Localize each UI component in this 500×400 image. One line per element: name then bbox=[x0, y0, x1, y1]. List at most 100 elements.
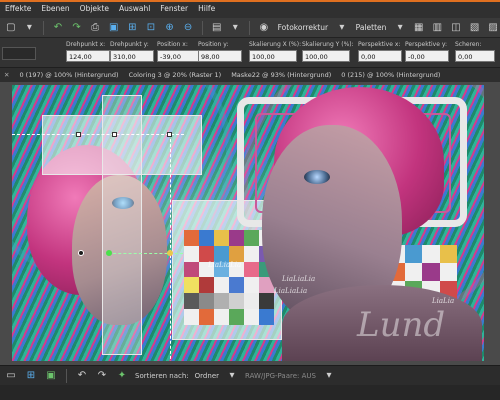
forward-icon[interactable]: ↷ bbox=[95, 369, 109, 383]
menu-effekte[interactable]: Effekte bbox=[0, 0, 36, 18]
toolbar-separator bbox=[66, 368, 67, 383]
toolbar-separator bbox=[249, 20, 251, 35]
shear-field: Scheren: 0,00 bbox=[455, 41, 495, 62]
chevron-down-icon[interactable]: ▾ bbox=[322, 369, 336, 383]
scale-y-field: Skalierung Y (%): 100,00 bbox=[302, 41, 354, 62]
canvas-small-label: LiaLiaLia bbox=[208, 261, 242, 269]
monitor-icon[interactable]: ▣ bbox=[44, 369, 58, 383]
pivot-x-input[interactable]: 124,00 bbox=[66, 50, 110, 62]
toolbar-separator bbox=[201, 20, 203, 35]
canvas-small-label: LiaLiaLia bbox=[282, 275, 316, 283]
scale-y-input[interactable]: 100,00 bbox=[302, 50, 350, 62]
undo-icon[interactable]: ↶ bbox=[51, 21, 65, 35]
script-icon[interactable]: ▨ bbox=[486, 21, 500, 35]
menu-auswahl[interactable]: Auswahl bbox=[114, 0, 155, 18]
standard-toolbar: ▢ ▾ ↶ ↷ ⎙ ▣ ⊞ ⊡ ⊕ ⊖ ▤ ▾ ◉ Fotokorrektur … bbox=[0, 18, 500, 38]
watermark-signature: Lund bbox=[357, 305, 446, 345]
canvas-small-label: LiaLiaLia bbox=[274, 287, 308, 295]
workspace: LiaLiaLia LiaLiaLia LiaLiaLia LiaLia Lun… bbox=[0, 82, 500, 365]
folder-icon[interactable]: ▭ bbox=[4, 369, 18, 383]
zoom-out-icon[interactable]: ⊖ bbox=[181, 21, 195, 35]
pivot-y-label: Drehpunkt y: bbox=[110, 41, 149, 48]
selection-guide bbox=[12, 134, 184, 135]
perspective-x-label: Perspektive x: bbox=[358, 41, 401, 48]
perspective-x-field: Perspektive x: 0,00 bbox=[358, 41, 402, 62]
transform-handle[interactable] bbox=[76, 132, 81, 137]
tab-document-1[interactable]: 0 (197) @ 100% (Hintergrund) bbox=[19, 71, 118, 79]
filmstrip-area bbox=[0, 385, 500, 400]
scale-x-field: Skalierung X (%): 100,00 bbox=[249, 41, 302, 62]
raw-jpg-pairs-toggle[interactable]: RAW/JPG-Paare: AUS bbox=[245, 372, 316, 380]
fit-window-icon[interactable]: ⊞ bbox=[126, 21, 140, 35]
clipboard-dropdown-icon[interactable]: ▾ bbox=[228, 21, 242, 35]
tab-document-2[interactable]: Coloring 3 @ 20% (Raster 1) bbox=[129, 71, 222, 79]
scale-y-label: Skalierung Y (%): bbox=[302, 41, 354, 48]
actual-size-icon[interactable]: ⊡ bbox=[144, 21, 158, 35]
palette-toggle-icon[interactable]: ▦ bbox=[412, 21, 426, 35]
document-tabs: ✕ 0 (197) @ 100% (Hintergrund) Coloring … bbox=[0, 68, 500, 82]
histogram-icon[interactable]: ▧ bbox=[468, 21, 482, 35]
fotokorrektur-dropdown[interactable]: Fotokorrektur bbox=[276, 23, 330, 32]
menu-bar: Effekte Ebenen Objekte Auswahl Fenster H… bbox=[0, 0, 500, 18]
perspective-y-input[interactable]: -0,00 bbox=[405, 50, 449, 62]
right-portrait-eye bbox=[304, 170, 330, 184]
add-folder-icon[interactable]: ⊞ bbox=[24, 369, 38, 383]
redo-icon[interactable]: ↷ bbox=[70, 21, 84, 35]
shear-label: Scheren: bbox=[455, 41, 482, 48]
paletten-dropdown[interactable]: Paletten bbox=[354, 23, 389, 32]
position-y-input[interactable]: 98,00 bbox=[198, 50, 242, 62]
title-accent-strip bbox=[0, 0, 500, 2]
position-x-input[interactable]: -39,00 bbox=[157, 50, 201, 62]
pivot-x-field: Drehpunkt x: 124,00 bbox=[66, 41, 110, 62]
tool-options-bar: Drehpunkt x: 124,00 Drehpunkt y: 310,00 … bbox=[0, 38, 500, 68]
tab-document-4[interactable]: 0 (215) @ 100% (Hintergrund) bbox=[341, 71, 440, 79]
photo-fix-icon[interactable]: ◉ bbox=[257, 21, 271, 35]
layers-icon[interactable]: ▥ bbox=[431, 21, 445, 35]
pivot-y-input[interactable]: 310,00 bbox=[110, 50, 154, 62]
pivot-y-field: Drehpunkt y: 310,00 bbox=[110, 41, 154, 62]
preset-picker[interactable] bbox=[2, 47, 36, 60]
menu-fenster[interactable]: Fenster bbox=[155, 0, 193, 18]
chevron-down-icon[interactable]: ▾ bbox=[335, 21, 349, 35]
organizer-toolbar: ▭ ⊞ ▣ ↶ ↷ ✦ Sortieren nach: Ordner ▾ RAW… bbox=[0, 365, 500, 385]
zoom-in-icon[interactable]: ⊕ bbox=[163, 21, 177, 35]
position-y-field: Position y: 98,00 bbox=[198, 41, 242, 62]
scale-x-label: Skalierung X (%): bbox=[249, 41, 302, 48]
chevron-down-icon[interactable]: ▾ bbox=[225, 369, 239, 383]
sort-label: Sortieren nach: bbox=[135, 371, 189, 380]
clipboard-icon[interactable]: ▤ bbox=[210, 21, 224, 35]
menu-objekte[interactable]: Objekte bbox=[75, 0, 114, 18]
back-icon[interactable]: ↶ bbox=[75, 369, 89, 383]
color-checker bbox=[184, 230, 274, 325]
shear-input[interactable]: 0,00 bbox=[455, 50, 495, 62]
sort-dropdown[interactable]: Ordner bbox=[195, 372, 219, 380]
tab-document-3[interactable]: Maske22 @ 93% (Hintergrund) bbox=[231, 71, 331, 79]
transform-handle[interactable] bbox=[167, 250, 173, 256]
pivot-point[interactable] bbox=[78, 250, 84, 256]
pivot-x-label: Drehpunkt x: bbox=[66, 41, 106, 48]
position-x-label: Position x: bbox=[157, 41, 188, 48]
menu-ebenen[interactable]: Ebenen bbox=[36, 0, 74, 18]
rotation-handle[interactable] bbox=[106, 250, 112, 256]
perspective-x-input[interactable]: 0,00 bbox=[358, 50, 402, 62]
transform-handle[interactable] bbox=[112, 132, 117, 137]
new-file-icon[interactable]: ▢ bbox=[4, 21, 18, 35]
image-tools-icon[interactable]: ✦ bbox=[115, 369, 129, 383]
close-tab-icon[interactable]: ✕ bbox=[4, 71, 9, 79]
open-dropdown-icon[interactable]: ▾ bbox=[23, 21, 37, 35]
image-canvas[interactable]: LiaLiaLia LiaLiaLia LiaLiaLia LiaLia Lun… bbox=[12, 85, 484, 361]
menu-hilfe[interactable]: Hilfe bbox=[193, 0, 220, 18]
toolbar-separator bbox=[43, 20, 45, 35]
scale-x-input[interactable]: 100,00 bbox=[249, 50, 297, 62]
position-y-label: Position y: bbox=[198, 41, 229, 48]
print-icon[interactable]: ⎙ bbox=[88, 21, 102, 35]
selection-guide bbox=[170, 134, 171, 361]
position-x-field: Position x: -39,00 bbox=[157, 41, 201, 62]
perspective-y-label: Perspektive y: bbox=[405, 41, 447, 48]
canvas-small-label: LiaLia bbox=[432, 297, 455, 305]
crop-icon[interactable]: ▣ bbox=[107, 21, 121, 35]
transform-handle[interactable] bbox=[167, 132, 172, 137]
info-icon[interactable]: ◫ bbox=[449, 21, 463, 35]
perspective-y-field: Perspektive y: -0,00 bbox=[405, 41, 449, 62]
chevron-down-icon[interactable]: ▾ bbox=[393, 21, 407, 35]
